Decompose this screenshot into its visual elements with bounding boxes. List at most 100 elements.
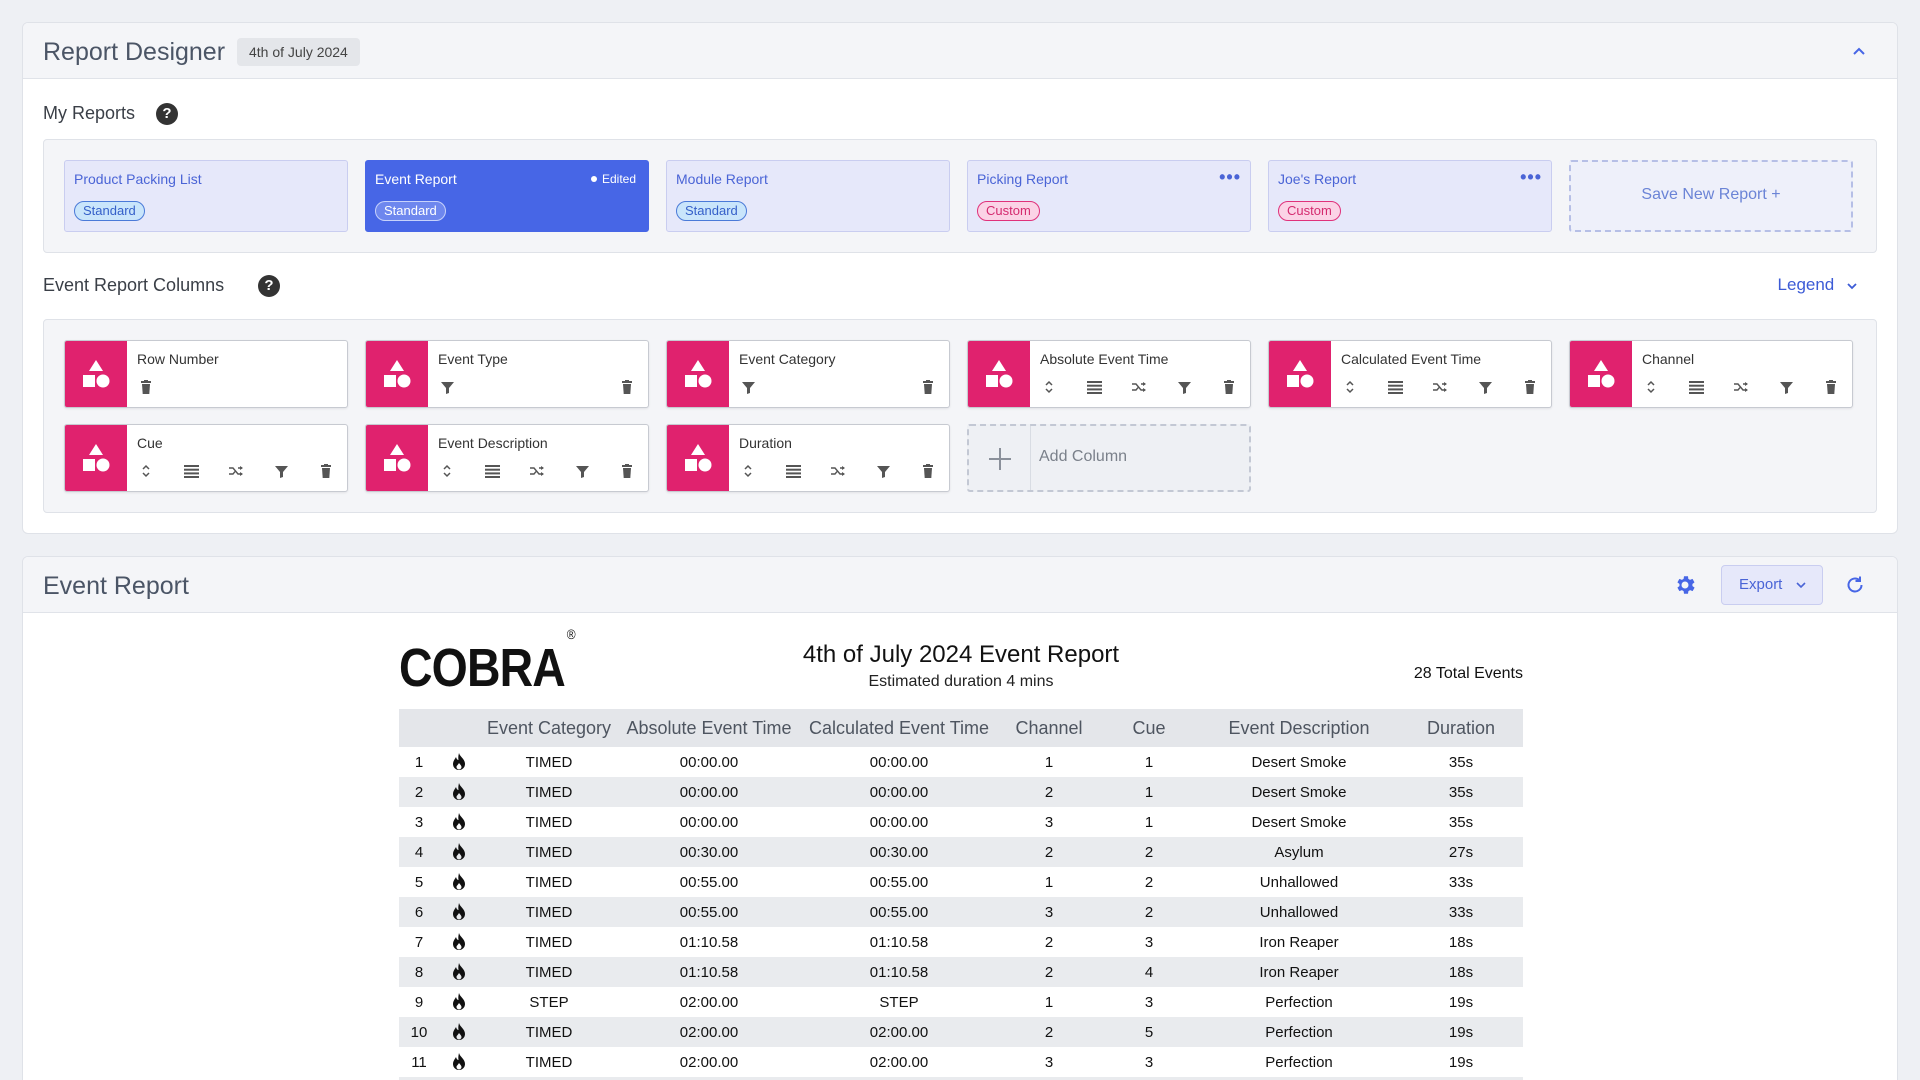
trash-icon[interactable] — [919, 462, 937, 480]
flame-icon — [439, 747, 479, 777]
table-cell: 2 — [399, 777, 439, 807]
align-icon[interactable] — [182, 462, 200, 480]
table-cell: Desert Smoke — [1199, 777, 1399, 807]
table-row[interactable]: 9 STEP 02:00.00 STEP 1 3 Perfection 19s — [399, 987, 1523, 1017]
table-cell: Perfection — [1265, 1053, 1333, 1071]
table-cell: 2 — [999, 837, 1099, 867]
table-row[interactable]: 11 TIMED 02:00.00 02:00.00 3 3 Perfection 19s — [399, 1047, 1523, 1077]
trash-icon[interactable] — [1521, 378, 1539, 396]
my-reports-help-icon[interactable]: ? — [156, 103, 178, 125]
collapse-chevron-up-icon[interactable] — [1849, 41, 1869, 61]
shuffle-icon[interactable] — [227, 462, 245, 480]
flame-icon — [439, 1047, 479, 1077]
table-cell: TIMED — [525, 813, 573, 831]
column-shapes-icon[interactable] — [366, 425, 428, 491]
report-card-module-report[interactable]: Module Report Standard — [666, 160, 950, 232]
align-icon[interactable] — [1687, 378, 1705, 396]
column-shapes-icon[interactable] — [1570, 341, 1632, 407]
table-cell: 01:10.58 — [679, 933, 739, 951]
column-shapes-icon[interactable] — [667, 425, 729, 491]
table-row[interactable]: 8 TIMED 01:10.58 01:10.58 2 4 Iron Reaper 18s — [399, 957, 1523, 987]
report-card-picking-report[interactable]: Picking Report ••• Custom — [967, 160, 1251, 232]
table-row[interactable]: 7 TIMED 01:10.58 01:10.58 2 3 Iron Reaper 18s — [399, 927, 1523, 957]
shuffle-icon[interactable] — [1130, 378, 1148, 396]
column-card[interactable]: Row Number — [64, 340, 348, 408]
table-row[interactable]: 2 TIMED 00:00.00 00:00.00 2 1 Desert Smoke 35s — [399, 777, 1523, 807]
shuffle-icon[interactable] — [528, 462, 546, 480]
report-card-product-packing-list[interactable]: Product Packing List Standard — [64, 160, 348, 232]
table-cell: 9 — [414, 993, 424, 1011]
column-card[interactable]: Absolute Event Time — [967, 340, 1251, 408]
filter-icon[interactable] — [1175, 378, 1193, 396]
shuffle-icon[interactable] — [1732, 378, 1750, 396]
sort-icon[interactable] — [739, 462, 757, 480]
filter-icon[interactable] — [739, 378, 757, 396]
filter-icon[interactable] — [1476, 378, 1494, 396]
column-toolbar — [137, 461, 335, 481]
save-new-report-button[interactable]: Save New Report + — [1569, 160, 1853, 232]
align-icon[interactable] — [1386, 378, 1404, 396]
sort-icon[interactable] — [438, 462, 456, 480]
filter-icon[interactable] — [438, 378, 456, 396]
column-card[interactable]: Event Category — [666, 340, 950, 408]
gear-icon[interactable] — [1673, 573, 1697, 597]
more-options-icon[interactable]: ••• — [1520, 167, 1542, 188]
trash-icon[interactable] — [317, 462, 335, 480]
shuffle-icon[interactable] — [829, 462, 847, 480]
column-shapes-icon[interactable] — [65, 425, 127, 491]
columns-tray: Row Number Event Type Event Category Absolu… — [43, 319, 1877, 513]
refresh-icon[interactable] — [1843, 573, 1867, 597]
column-card[interactable]: Event Description — [365, 424, 649, 492]
table-cell: 02:00.00 — [679, 993, 739, 1011]
filter-icon[interactable] — [272, 462, 290, 480]
column-card[interactable]: Channel — [1569, 340, 1853, 408]
report-card-event-report[interactable]: Event Report Edited Standard — [365, 160, 649, 232]
table-cell: 7 — [414, 933, 424, 951]
add-column-button[interactable]: Add Column — [967, 424, 1251, 492]
column-card[interactable]: Calculated Event Time — [1268, 340, 1552, 408]
report-designer-panel: Report Designer 4th of July 2024 My Repo… — [22, 22, 1898, 534]
column-name: Event Type — [438, 351, 508, 367]
column-name: Event Description — [438, 435, 548, 451]
export-button[interactable]: Export — [1721, 565, 1823, 605]
table-row[interactable]: 10 TIMED 02:00.00 02:00.00 2 5 Perfection 19s — [399, 1017, 1523, 1047]
trash-icon[interactable] — [1220, 378, 1238, 396]
trash-icon[interactable] — [1822, 378, 1840, 396]
custom-tag: Custom — [977, 201, 1040, 221]
table-row[interactable]: 1 TIMED 00:00.00 00:00.00 1 1 Desert Smoke 35s — [399, 747, 1523, 777]
align-icon[interactable] — [483, 462, 501, 480]
table-cell: TIMED — [479, 957, 619, 987]
column-card[interactable]: Duration — [666, 424, 950, 492]
table-cell: 02:00.00 — [619, 1017, 799, 1047]
filter-icon[interactable] — [1777, 378, 1795, 396]
trash-icon[interactable] — [618, 462, 636, 480]
table-row[interactable]: 5 TIMED 00:55.00 00:55.00 1 2 Unhallowed 33s — [399, 867, 1523, 897]
more-options-icon[interactable]: ••• — [1219, 167, 1241, 188]
table-row[interactable]: 3 TIMED 00:00.00 00:00.00 3 1 Desert Smoke 35s — [399, 807, 1523, 837]
column-card[interactable]: Event Type — [365, 340, 649, 408]
table-cell: Unhallowed — [1199, 897, 1399, 927]
filter-icon[interactable] — [573, 462, 591, 480]
sort-icon[interactable] — [1341, 378, 1359, 396]
sort-icon[interactable] — [137, 462, 155, 480]
report-card-joes-report[interactable]: Joe's Report ••• Custom — [1268, 160, 1552, 232]
column-shapes-icon[interactable] — [1269, 341, 1331, 407]
align-icon[interactable] — [784, 462, 802, 480]
align-icon[interactable] — [1085, 378, 1103, 396]
sort-icon[interactable] — [1642, 378, 1660, 396]
trash-icon[interactable] — [618, 378, 636, 396]
column-shapes-icon[interactable] — [65, 341, 127, 407]
shuffle-icon[interactable] — [1431, 378, 1449, 396]
column-shapes-icon[interactable] — [968, 341, 1030, 407]
column-shapes-icon[interactable] — [667, 341, 729, 407]
trash-icon[interactable] — [919, 378, 937, 396]
table-row[interactable]: 4 TIMED 00:30.00 00:30.00 2 2 Asylum 27s — [399, 837, 1523, 867]
column-shapes-icon[interactable] — [366, 341, 428, 407]
trash-icon[interactable] — [137, 378, 155, 396]
column-card[interactable]: Cue — [64, 424, 348, 492]
legend-dropdown[interactable]: Legend — [1778, 275, 1859, 295]
sort-icon[interactable] — [1040, 378, 1058, 396]
filter-icon[interactable] — [874, 462, 892, 480]
table-row[interactable]: 6 TIMED 00:55.00 00:55.00 3 2 Unhallowed 33s — [399, 897, 1523, 927]
columns-help-icon[interactable]: ? — [258, 275, 280, 297]
